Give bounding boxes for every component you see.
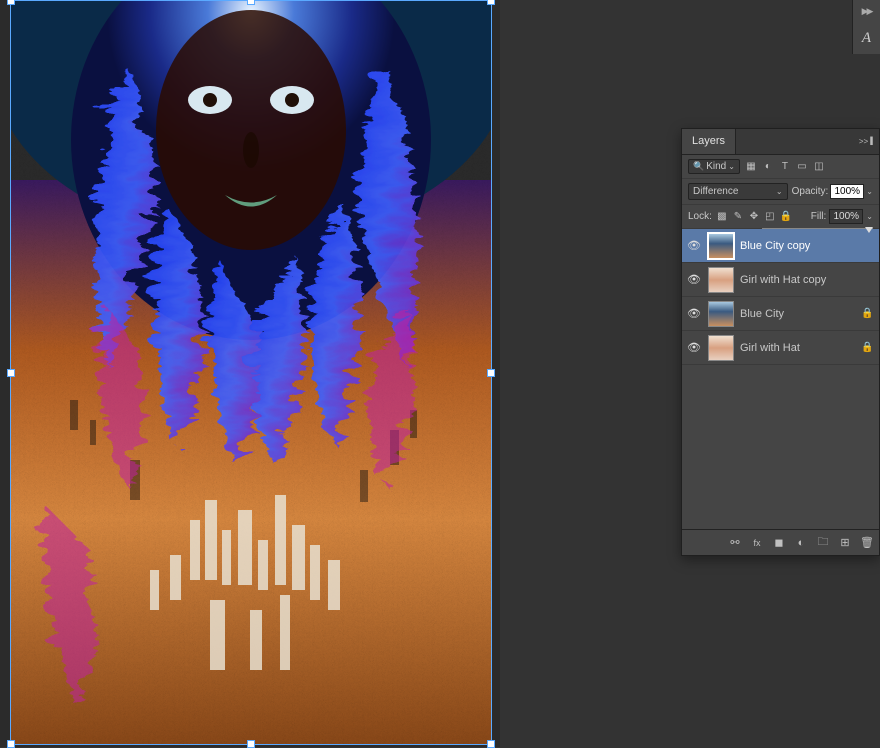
image-icon[interactable]: ▦ [744,160,758,174]
new-layer-icon[interactable]: ⊞ [837,535,853,551]
fx-icon[interactable]: fx [749,535,765,551]
visibility-toggle-icon[interactable]: 👁 [686,239,702,252]
fill-dropdown-icon[interactable]: ⌄ [866,212,873,221]
blend-mode-value: Difference [693,186,738,197]
layers-panel-footer: ⚯ fx ◼ ◐ 🗀 ⊞ 🗑 [682,529,879,555]
panel-collapse-icon[interactable]: >>▌ [855,129,879,154]
type-icon[interactable]: T [778,160,792,174]
lock-brush-icon[interactable]: ✎ [731,210,745,224]
lock-all-icon[interactable]: 🔒 [779,210,793,224]
blend-opacity-row: Difference ⌄ Opacity: 100% ⌄ [682,179,879,205]
layer-row[interactable]: 👁 Girl with Hat copy [682,263,879,297]
adjustment-layer-icon[interactable]: ◐ [793,535,809,551]
character-panel-icon[interactable]: A [856,27,878,49]
layer-thumbnail[interactable] [708,335,734,361]
right-toolstrip: ▶▶ A [852,0,880,54]
lock-fill-row: Lock: ▩✎✥◰🔒 Fill: 100% ⌄ [682,205,879,229]
lock-transparent-icon[interactable]: ▩ [715,210,729,224]
trash-icon[interactable]: 🗑 [859,535,875,551]
layer-name-label[interactable]: Blue City copy [740,240,855,252]
layer-row[interactable]: 👁 Girl with Hat 🔒 [682,331,879,365]
collapse-panels-icon[interactable]: ▶▶ [862,6,872,17]
fill-input[interactable]: 100% [829,209,863,224]
fill-slider-track[interactable] [762,228,873,229]
layer-name-label[interactable]: Girl with Hat copy [740,274,855,286]
lock-artboard-icon[interactable]: ◰ [763,210,777,224]
layer-thumbnail[interactable] [708,267,734,293]
opacity-input[interactable]: 100% [830,184,864,199]
group-icon[interactable]: 🗀 [815,535,831,551]
layer-row[interactable]: 👁 Blue City 🔒 [682,297,879,331]
filter-kind-select[interactable]: 🔍 Kind ⌄ [688,159,740,174]
layers-tab[interactable]: Layers [682,129,736,154]
layer-name-label[interactable]: Girl with Hat [740,342,855,354]
visibility-toggle-icon[interactable]: 👁 [686,273,702,286]
smartobject-icon[interactable]: ◫ [812,160,826,174]
fill-label: Fill: [811,211,827,222]
lock-label: Lock: [688,211,712,222]
visibility-toggle-icon[interactable]: 👁 [686,307,702,320]
blend-mode-select[interactable]: Difference ⌄ [688,183,788,200]
composite-image [10,0,492,745]
canvas-area[interactable] [0,0,500,747]
opacity-dropdown-icon[interactable]: ⌄ [866,187,873,196]
layer-name-label[interactable]: Blue City [740,308,855,320]
adjustment-icon[interactable]: ◐ [761,160,775,174]
lock-position-icon[interactable]: ✥ [747,210,761,224]
fill-slider-thumb[interactable] [865,227,873,233]
shape-icon[interactable]: ▭ [795,160,809,174]
mask-icon[interactable]: ◼ [771,535,787,551]
layer-row[interactable]: 👁 Blue City copy [682,229,879,263]
link-icon[interactable]: ⚯ [727,535,743,551]
layer-filter-row: 🔍 Kind ⌄ ▦◐T▭◫ [682,155,879,179]
layer-thumbnail[interactable] [708,233,734,259]
lock-indicator-icon: 🔒 [861,308,875,319]
panel-tabbar: Layers >>▌ [682,129,879,155]
layer-list: 👁 Blue City copy 👁 Girl with Hat copy 👁 Blue … [682,229,879,529]
opacity-label: Opacity: [792,186,829,197]
artboard[interactable] [10,0,492,745]
layers-panel: Layers >>▌ 🔍 Kind ⌄ ▦◐T▭◫ Difference ⌄ O… [681,128,880,556]
layer-thumbnail[interactable] [708,301,734,327]
lock-indicator-icon: 🔒 [861,342,875,353]
filter-kind-label: Kind [706,161,726,172]
visibility-toggle-icon[interactable]: 👁 [686,341,702,354]
